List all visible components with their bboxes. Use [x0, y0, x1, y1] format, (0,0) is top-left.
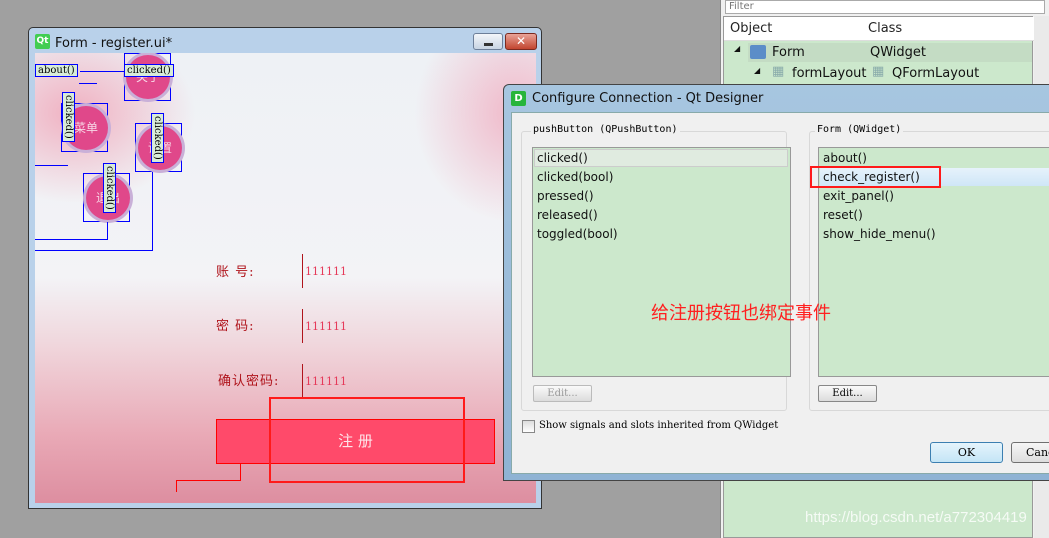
filter-input[interactable]: Filter — [725, 0, 1045, 14]
minimize-button[interactable] — [473, 33, 503, 50]
connection-line — [240, 464, 241, 480]
connection-line — [35, 165, 68, 166]
account-label: 账 号: — [216, 265, 255, 280]
account-input[interactable]: 111111 — [305, 265, 347, 278]
widget-icon — [750, 45, 766, 59]
confirm-password-input[interactable]: 111111 — [305, 375, 347, 388]
signal-item[interactable]: clicked(bool) — [537, 168, 613, 187]
tree-class: QWidget — [870, 45, 927, 60]
signal-item[interactable]: released() — [537, 206, 598, 225]
ground-icon — [79, 83, 97, 84]
tree-header: Object Class — [724, 17, 1034, 41]
text-cursor — [302, 254, 303, 288]
ok-button[interactable]: OK — [930, 442, 1003, 463]
signals-list[interactable]: clicked() clicked(bool) pressed() releas… — [532, 147, 791, 377]
expand-arrow-icon[interactable]: ◢ — [734, 44, 740, 53]
column-class[interactable]: Class — [868, 21, 902, 36]
annotation-text: 给注册按钮也绑定事件 — [651, 303, 831, 324]
text-cursor — [302, 309, 303, 343]
inherited-checkbox-label[interactable]: Show signals and slots inherited from QW… — [539, 420, 778, 431]
signal-label: clicked() — [124, 64, 174, 77]
about-button-box[interactable]: 关于 — [124, 53, 171, 101]
tree-object: formLayout — [792, 66, 867, 81]
inherited-checkbox[interactable] — [522, 420, 535, 433]
slots-group-title: Form (QWidget) — [815, 124, 904, 135]
slot-item[interactable]: show_hide_menu() — [823, 225, 936, 244]
tree-class: QFormLayout — [892, 66, 980, 81]
text-cursor — [302, 364, 303, 398]
dialog-body: pushButton (QPushButton) clicked() click… — [511, 112, 1049, 474]
annotation-box — [269, 397, 465, 483]
close-button[interactable]: ✕ — [505, 33, 537, 50]
signal-item[interactable]: clicked() — [537, 149, 588, 168]
signals-group-title: pushButton (QPushButton) — [531, 124, 680, 135]
tree-object: Form — [772, 45, 805, 60]
connection-line — [176, 480, 241, 481]
connection-line — [35, 239, 107, 240]
password-label: 密 码: — [216, 319, 255, 334]
connection-line — [35, 250, 153, 251]
dialog-title: Configure Connection - Qt Designer — [532, 91, 764, 106]
designer-logo-icon: D — [511, 91, 526, 106]
annotation-box — [810, 166, 941, 188]
edit-slots-button[interactable]: Edit... — [818, 385, 877, 402]
qt-logo-icon: Qt — [35, 34, 50, 49]
signal-item[interactable]: toggled(bool) — [537, 225, 618, 244]
edit-signals-button[interactable]: Edit... — [533, 385, 592, 402]
layout-icon: ▦ — [772, 64, 785, 79]
connection-line — [152, 172, 153, 251]
form-window-title: Form - register.ui* — [55, 36, 173, 51]
password-input[interactable]: 111111 — [305, 320, 347, 333]
layout-icon: ▦ — [872, 64, 885, 79]
connection-line — [80, 71, 125, 72]
watermark: https://blog.csdn.net/a772304419 — [805, 509, 1027, 526]
confirm-password-label: 确认密码: — [218, 374, 280, 389]
column-object[interactable]: Object — [730, 21, 772, 36]
about-button[interactable]: 关于 — [126, 55, 170, 99]
about-slot-label: about() — [35, 64, 78, 77]
signal-label: clicked() — [151, 113, 164, 163]
signal-item[interactable]: pressed() — [537, 187, 594, 206]
signal-label: clicked() — [103, 163, 116, 213]
slot-item[interactable]: reset() — [823, 206, 863, 225]
slot-item[interactable]: exit_panel() — [823, 187, 894, 206]
ground-icon — [176, 480, 177, 492]
signal-label: clicked() — [62, 92, 75, 142]
connection-line — [107, 222, 108, 240]
configure-connection-dialog: D Configure Connection - Qt Designer pus… — [503, 84, 1049, 481]
expand-arrow-icon[interactable]: ◢ — [754, 66, 760, 75]
cancel-button[interactable]: Cancel — [1011, 442, 1049, 463]
